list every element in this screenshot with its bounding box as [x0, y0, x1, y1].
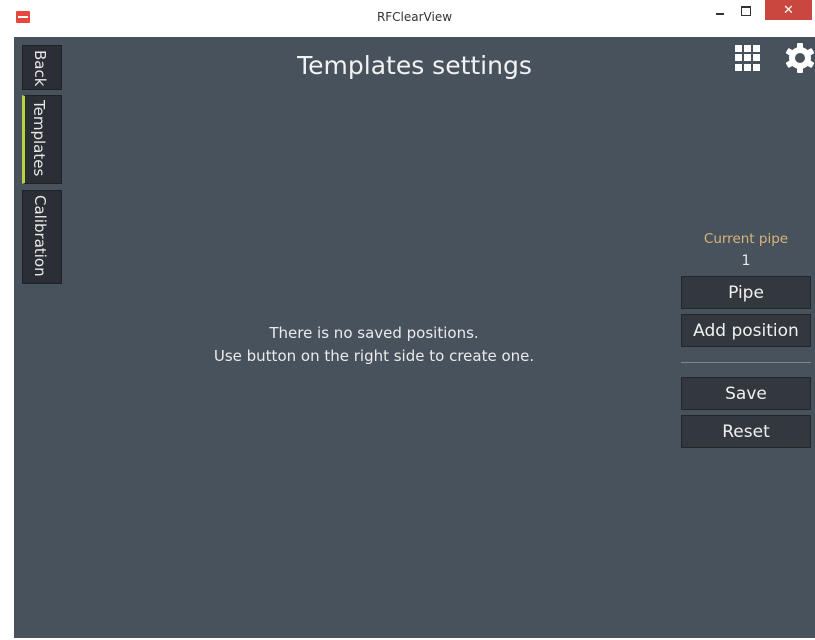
close-button[interactable]: ✕ — [765, 0, 812, 20]
minimize-button[interactable] — [707, 0, 733, 22]
empty-state-line-2: Use button on the right side to create o… — [213, 347, 535, 365]
grid-apps-icon[interactable] — [735, 45, 761, 71]
page-title: Templates settings — [297, 51, 532, 80]
tab-templates-label: Templates — [30, 100, 48, 177]
divider — [681, 362, 811, 363]
tab-calibration-label: Calibration — [31, 195, 49, 277]
app-window: RFClearView ✕ Back Templates Calibration… — [0, 0, 815, 640]
main-content: Back Templates Calibration Templates set… — [14, 37, 815, 638]
add-position-button[interactable]: Add position — [681, 314, 811, 347]
current-pipe-value: 1 — [741, 253, 751, 269]
right-panel: Current pipe 1 Pipe Add position Save Re… — [681, 231, 811, 448]
save-button[interactable]: Save — [681, 377, 811, 410]
close-icon: ✕ — [783, 2, 794, 18]
current-pipe-label: Current pipe — [703, 231, 789, 247]
minimize-icon — [716, 13, 724, 15]
reset-button[interactable]: Reset — [681, 415, 811, 448]
empty-state-message: There is no saved positions. Use button … — [144, 322, 604, 368]
gear-icon[interactable] — [784, 42, 815, 74]
empty-state-line-1: There is no saved positions. — [269, 324, 479, 342]
tab-calibration[interactable]: Calibration — [22, 190, 62, 284]
tab-templates[interactable]: Templates — [22, 95, 62, 184]
window-title: RFClearView — [376, 10, 453, 24]
maximize-icon — [741, 6, 751, 16]
maximize-button[interactable] — [733, 0, 759, 22]
pipe-button[interactable]: Pipe — [681, 276, 811, 309]
title-bar[interactable]: RFClearView ✕ — [7, 0, 815, 37]
